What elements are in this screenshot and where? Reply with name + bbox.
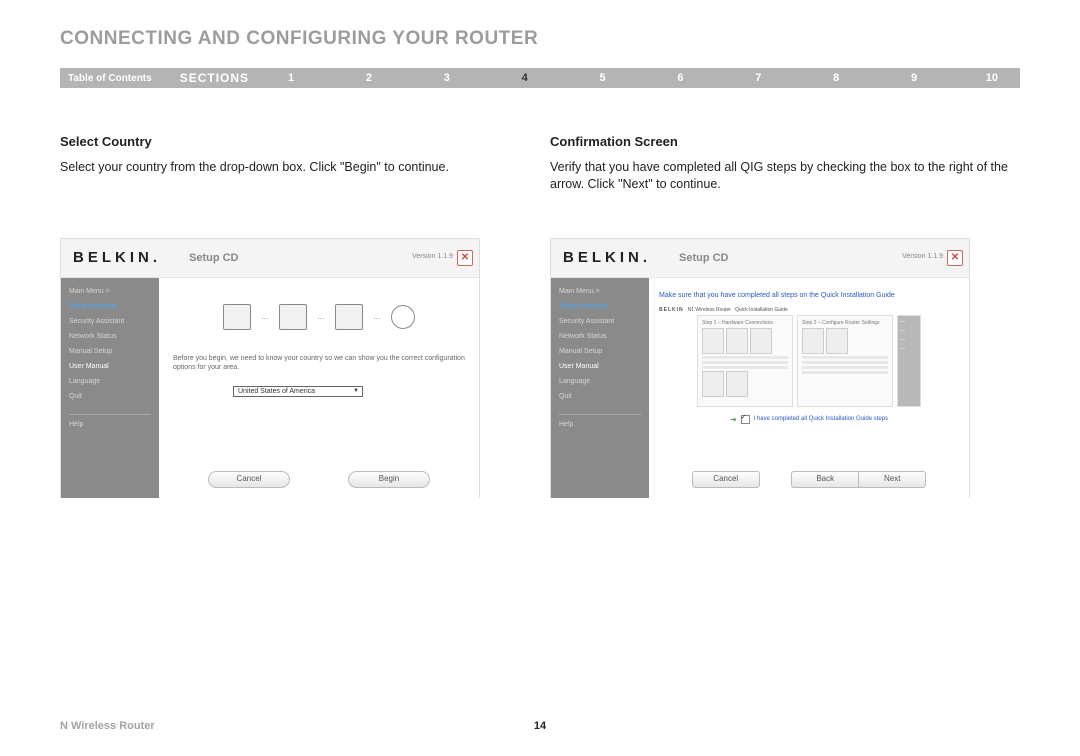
section-10[interactable]: 10 bbox=[978, 72, 1006, 84]
section-1[interactable]: 1 bbox=[277, 72, 305, 84]
sidebar: Main Menu > Setup Assistant Security Ass… bbox=[551, 278, 649, 498]
right-desc: Verify that you have completed all QIG s… bbox=[550, 159, 1020, 193]
modem-icon bbox=[335, 304, 363, 330]
sidebar-help[interactable]: Help bbox=[69, 421, 159, 428]
sidebar-main-menu[interactable]: Main Menu > bbox=[69, 288, 159, 295]
qig-card-heading: Step 2 – Configure Router Settings bbox=[802, 320, 888, 326]
nav-bar: Table of Contents SECTIONS 1 2 3 4 5 6 7… bbox=[60, 68, 1020, 88]
page-number: 14 bbox=[534, 720, 546, 732]
window-header: BELKIN Setup CD Version 1.1.9 ✕ bbox=[551, 239, 969, 278]
section-6[interactable]: 6 bbox=[666, 72, 694, 84]
column-right: Confirmation Screen Verify that you have… bbox=[550, 134, 1020, 498]
sidebar-setup-assistant[interactable]: Setup Assistant bbox=[559, 303, 649, 310]
column-left: Select Country Select your country from … bbox=[60, 134, 530, 498]
completed-checkbox[interactable] bbox=[741, 415, 750, 424]
screenshot-select-country: BELKIN Setup CD Version 1.1.9 ✕ Main Men… bbox=[60, 238, 480, 498]
arrow-icon: ➔ bbox=[730, 415, 737, 424]
sidebar-language[interactable]: Language bbox=[559, 378, 649, 385]
country-dropdown[interactable]: United States of America bbox=[233, 386, 363, 397]
close-icon[interactable]: ✕ bbox=[947, 250, 963, 266]
completed-label: I have completed all Quick Installation … bbox=[754, 416, 888, 422]
window-header: BELKIN Setup CD Version 1.1.9 ✕ bbox=[61, 239, 479, 278]
content-pane: Make sure that you have completed all st… bbox=[649, 278, 969, 498]
section-4[interactable]: 4 bbox=[511, 72, 539, 84]
qig-card-heading: Step 1 – Hardware Connections bbox=[702, 320, 788, 326]
intro-message: Before you begin, we need to know your c… bbox=[173, 354, 465, 372]
setup-cd-label: Setup CD bbox=[679, 252, 729, 264]
section-3[interactable]: 3 bbox=[433, 72, 461, 84]
sidebar-divider bbox=[69, 414, 151, 415]
cancel-button[interactable]: Cancel bbox=[692, 471, 760, 488]
completed-row: ➔ I have completed all Quick Installatio… bbox=[659, 415, 959, 424]
computer-icon bbox=[223, 304, 251, 330]
sidebar-manual-setup[interactable]: Manual Setup bbox=[69, 348, 159, 355]
sidebar-security-assistant[interactable]: Security Assistant bbox=[69, 318, 159, 325]
section-8[interactable]: 8 bbox=[822, 72, 850, 84]
section-9[interactable]: 9 bbox=[900, 72, 928, 84]
left-desc: Select your country from the drop-down b… bbox=[60, 159, 530, 176]
sidebar-network-status[interactable]: Network Status bbox=[559, 333, 649, 340]
version-text: Version 1.1.9 bbox=[412, 253, 453, 260]
sidebar: Main Menu > Setup Assistant Security Ass… bbox=[61, 278, 159, 498]
toc-link[interactable]: Table of Contents bbox=[60, 73, 162, 84]
sidebar-quit[interactable]: Quit bbox=[559, 393, 649, 400]
qig-cards: Step 1 – Hardware Connections Step 2 – C… bbox=[659, 315, 959, 407]
sidebar-manual-setup[interactable]: Manual Setup bbox=[559, 348, 649, 355]
qig-card-1: Step 1 – Hardware Connections bbox=[697, 315, 793, 407]
globe-icon bbox=[391, 305, 415, 329]
sidebar-network-status[interactable]: Network Status bbox=[69, 333, 159, 340]
section-7[interactable]: 7 bbox=[744, 72, 772, 84]
qig-header: BELKIN N1 Wireless Router Quick Installa… bbox=[659, 307, 959, 313]
qig-card-2: Step 2 – Configure Router Settings bbox=[797, 315, 893, 407]
connection-illustration: … … … bbox=[169, 294, 469, 340]
close-icon[interactable]: ✕ bbox=[457, 250, 473, 266]
confirmation-note: Make sure that you have completed all st… bbox=[659, 292, 959, 299]
sidebar-main-menu[interactable]: Main Menu > bbox=[559, 288, 649, 295]
section-numbers: 1 2 3 4 5 6 7 8 9 10 bbox=[277, 72, 1020, 84]
sidebar-security-assistant[interactable]: Security Assistant bbox=[559, 318, 649, 325]
qig-doc-title: Quick Installation Guide bbox=[735, 307, 788, 313]
cancel-button[interactable]: Cancel bbox=[208, 471, 290, 488]
sidebar-user-manual[interactable]: User Manual bbox=[559, 363, 649, 370]
brand-logo: BELKIN bbox=[61, 249, 183, 266]
section-2[interactable]: 2 bbox=[355, 72, 383, 84]
content-pane: … … … Before you begin, we need to know … bbox=[159, 278, 479, 498]
back-button[interactable]: Back bbox=[791, 471, 858, 488]
sections-label: SECTIONS bbox=[162, 71, 277, 85]
sidebar-setup-assistant[interactable]: Setup Assistant bbox=[69, 303, 159, 310]
dots-icon: … bbox=[317, 312, 325, 321]
screenshot-confirmation: BELKIN Setup CD Version 1.1.9 ✕ Main Men… bbox=[550, 238, 970, 498]
sidebar-divider bbox=[559, 414, 641, 415]
router-icon bbox=[279, 304, 307, 330]
dots-icon: … bbox=[261, 312, 269, 321]
page-title: CONNECTING AND CONFIGURING YOUR ROUTER bbox=[60, 28, 1020, 50]
sidebar-language[interactable]: Language bbox=[69, 378, 159, 385]
qig-strip: ———— bbox=[897, 315, 921, 407]
sidebar-user-manual[interactable]: User Manual bbox=[69, 363, 159, 370]
dots-icon: … bbox=[373, 312, 381, 321]
setup-cd-label: Setup CD bbox=[189, 252, 239, 264]
left-heading: Select Country bbox=[60, 134, 530, 149]
qig-product: N1 Wireless Router bbox=[688, 307, 731, 313]
sidebar-help[interactable]: Help bbox=[559, 421, 649, 428]
brand-logo: BELKIN bbox=[551, 249, 673, 266]
page-footer: N Wireless Router 14 bbox=[60, 720, 1020, 732]
begin-button[interactable]: Begin bbox=[348, 471, 430, 488]
qig-brand: BELKIN bbox=[659, 307, 684, 313]
next-button[interactable]: Next bbox=[858, 471, 926, 488]
sidebar-quit[interactable]: Quit bbox=[69, 393, 159, 400]
product-name: N Wireless Router bbox=[60, 720, 155, 732]
section-5[interactable]: 5 bbox=[589, 72, 617, 84]
right-heading: Confirmation Screen bbox=[550, 134, 1020, 149]
version-text: Version 1.1.9 bbox=[902, 253, 943, 260]
